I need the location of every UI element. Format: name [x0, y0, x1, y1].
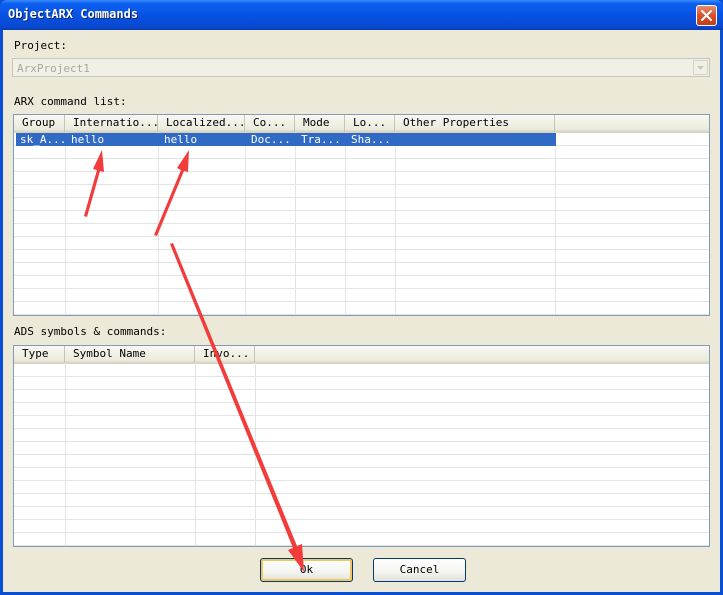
annotation-arrow-ok: [170, 243, 304, 572]
annotation-arrows: [84, 150, 304, 572]
annotation-arrow-international: [84, 150, 104, 217]
annotation-arrow-localized: [154, 150, 189, 236]
